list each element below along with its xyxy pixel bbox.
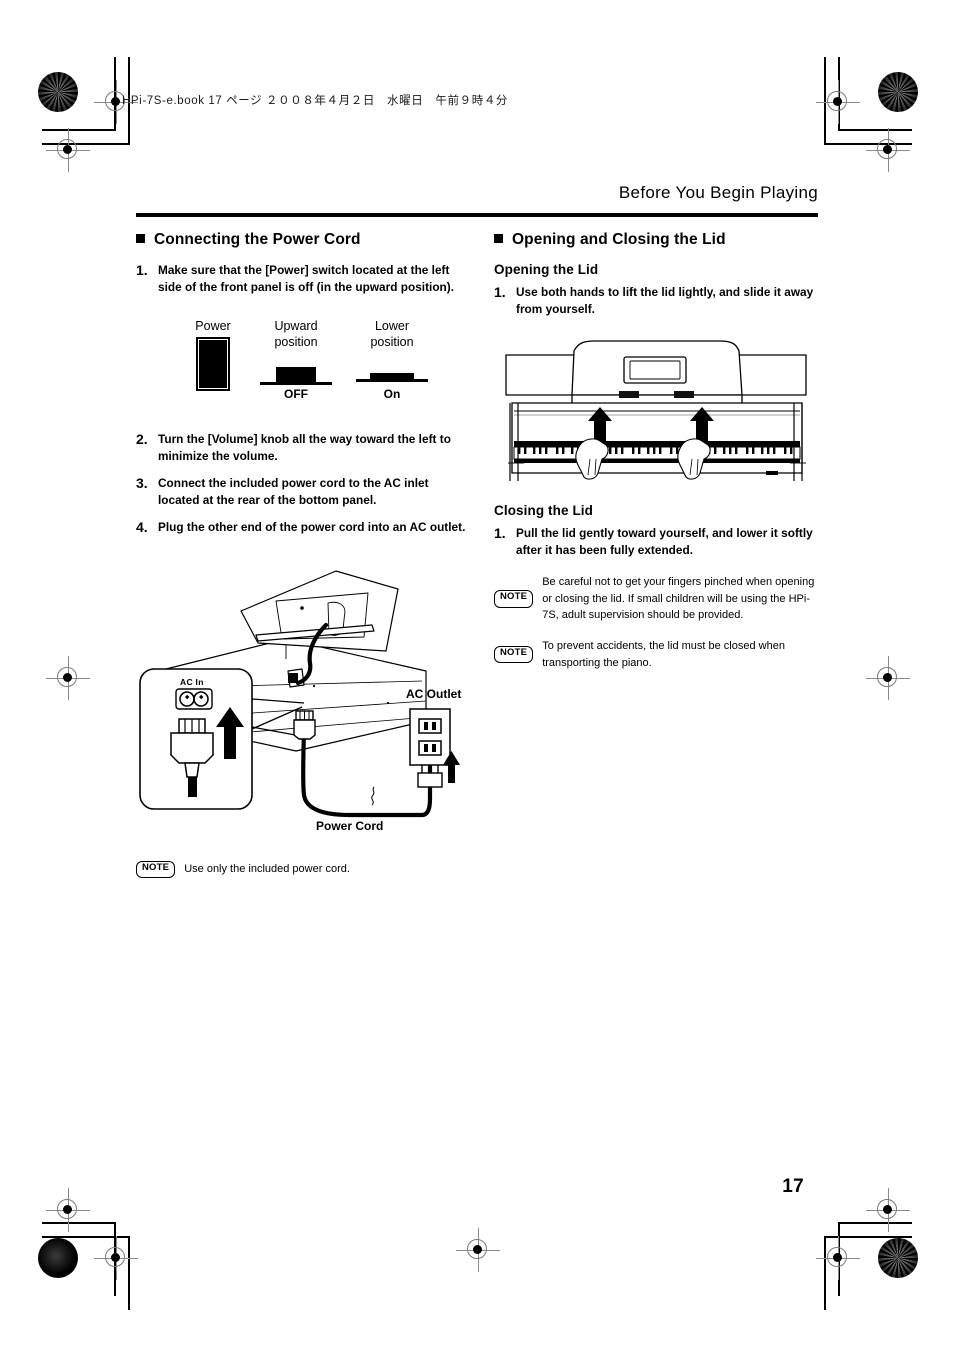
registration-mark-mid-left [46, 656, 90, 700]
subheading-opening-lid: Opening the Lid [494, 262, 599, 277]
registration-mark-bottom-right-lower [816, 1236, 860, 1280]
section-heading-power-cord: Connecting the Power Cord [136, 231, 466, 249]
step-number: 4. [136, 518, 148, 535]
left-column: Connecting the Power Cord 1. Make sure t… [136, 231, 466, 879]
step-text: Use both hands to lift the lid lightly, … [516, 285, 814, 317]
on-label: On [383, 386, 401, 401]
step-text: Make sure that the [Power] switch locate… [158, 263, 455, 295]
right-column: Opening and Closing the Lid Opening the … [494, 231, 818, 671]
note-text: Be careful not to get your fingers pinch… [542, 575, 815, 622]
halftone-dot-bottom-right [878, 1238, 918, 1278]
switch-knob-on-icon [370, 372, 414, 380]
piano-front-diagram-svg [505, 340, 807, 481]
header-rule [136, 213, 818, 217]
step-text: Pull the lid gently toward yourself, and… [516, 525, 813, 558]
power-label: Power [195, 318, 231, 333]
note-badge: NOTE [136, 860, 176, 879]
note-text: Use only the included power cord. [184, 862, 350, 875]
step-item: 1. Pull the lid gently toward yourself, … [494, 525, 818, 560]
registration-mark-top-left-lower [46, 128, 90, 172]
registration-mark-bottom-left [46, 1188, 90, 1232]
note-badge: NOTE [494, 590, 534, 608]
note-transporting: NOTE To prevent accidents, the lid must … [494, 638, 818, 671]
square-bullet-icon [494, 234, 503, 243]
section-heading-lid: Opening and Closing the Lid [494, 231, 818, 249]
registration-mark-bottom-right [866, 1188, 910, 1232]
step-text: Plug the other end of the power cord int… [158, 519, 466, 534]
step-item: 2. Turn the [Volume] knob all the way to… [136, 431, 466, 466]
halftone-dot-top-left [38, 72, 78, 112]
section-title-text: Connecting the Power Cord [154, 231, 361, 248]
registration-mark-top-right-lower [866, 128, 910, 172]
subheading-closing-lid: Closing the Lid [494, 502, 593, 518]
step-text: Turn the [Volume] knob all the way towar… [158, 431, 451, 464]
switch-knob-off-icon [276, 366, 316, 382]
upward-position-label: Upward position [274, 318, 318, 349]
power-switch-inner-icon [199, 339, 227, 388]
ac-outlet-label: AC Outlet [406, 686, 462, 701]
running-head: Before You Begin Playing [618, 183, 818, 202]
page-number: 17 [782, 1176, 804, 1197]
registration-mark-bottom-left-lower [94, 1236, 138, 1280]
halftone-dot-top-right [878, 72, 918, 112]
note-finger-pinch: NOTE Be careful not to get your fingers … [494, 574, 818, 624]
step-item: 1. Use both hands to lift the lid lightl… [494, 284, 818, 319]
lower-position-label: Lower position [370, 318, 414, 349]
step-number: 2. [136, 430, 148, 447]
note-text: To prevent accidents, the lid must be cl… [542, 639, 785, 669]
step-number: 1. [494, 284, 506, 300]
note-badge: NOTE [494, 645, 534, 664]
registration-mark-top-right [816, 80, 860, 124]
figure-power-switch: Power Upward position OFF Lower position… [136, 319, 466, 415]
section-title-text: Opening and Closing the Lid [512, 231, 726, 248]
power-cord-label: Power Cord [316, 818, 384, 833]
print-file-meta: HPi-7S-e.book 17 ページ ２００８年４月２日 水曜日 午前９時４… [122, 95, 509, 107]
step-number: 3. [136, 474, 148, 491]
square-bullet-icon [136, 234, 145, 243]
registration-mark-bottom-center [456, 1228, 500, 1272]
step-text: Connect the included power cord to the A… [158, 475, 429, 508]
halftone-dot-bottom-left [38, 1238, 78, 1278]
ac-in-label: AC In [180, 676, 204, 687]
step-number: 1. [136, 262, 148, 278]
registration-mark-mid-right [866, 656, 910, 700]
note-power-cord: NOTE Use only the included power cord. [136, 860, 466, 879]
step-item: 3. Connect the included power cord to th… [136, 475, 466, 510]
off-label: OFF [284, 386, 308, 401]
figure-power-cord-connection: AC In AC Outlet Power Cord [136, 551, 466, 841]
step-item: 1. Make sure that the [Power] switch loc… [136, 262, 466, 297]
step-item: 4. Plug the other end of the power cord … [136, 519, 466, 537]
switch-base-off-icon [260, 381, 332, 385]
step-number: 1. [494, 524, 506, 541]
figure-piano-lid-open [494, 333, 818, 485]
